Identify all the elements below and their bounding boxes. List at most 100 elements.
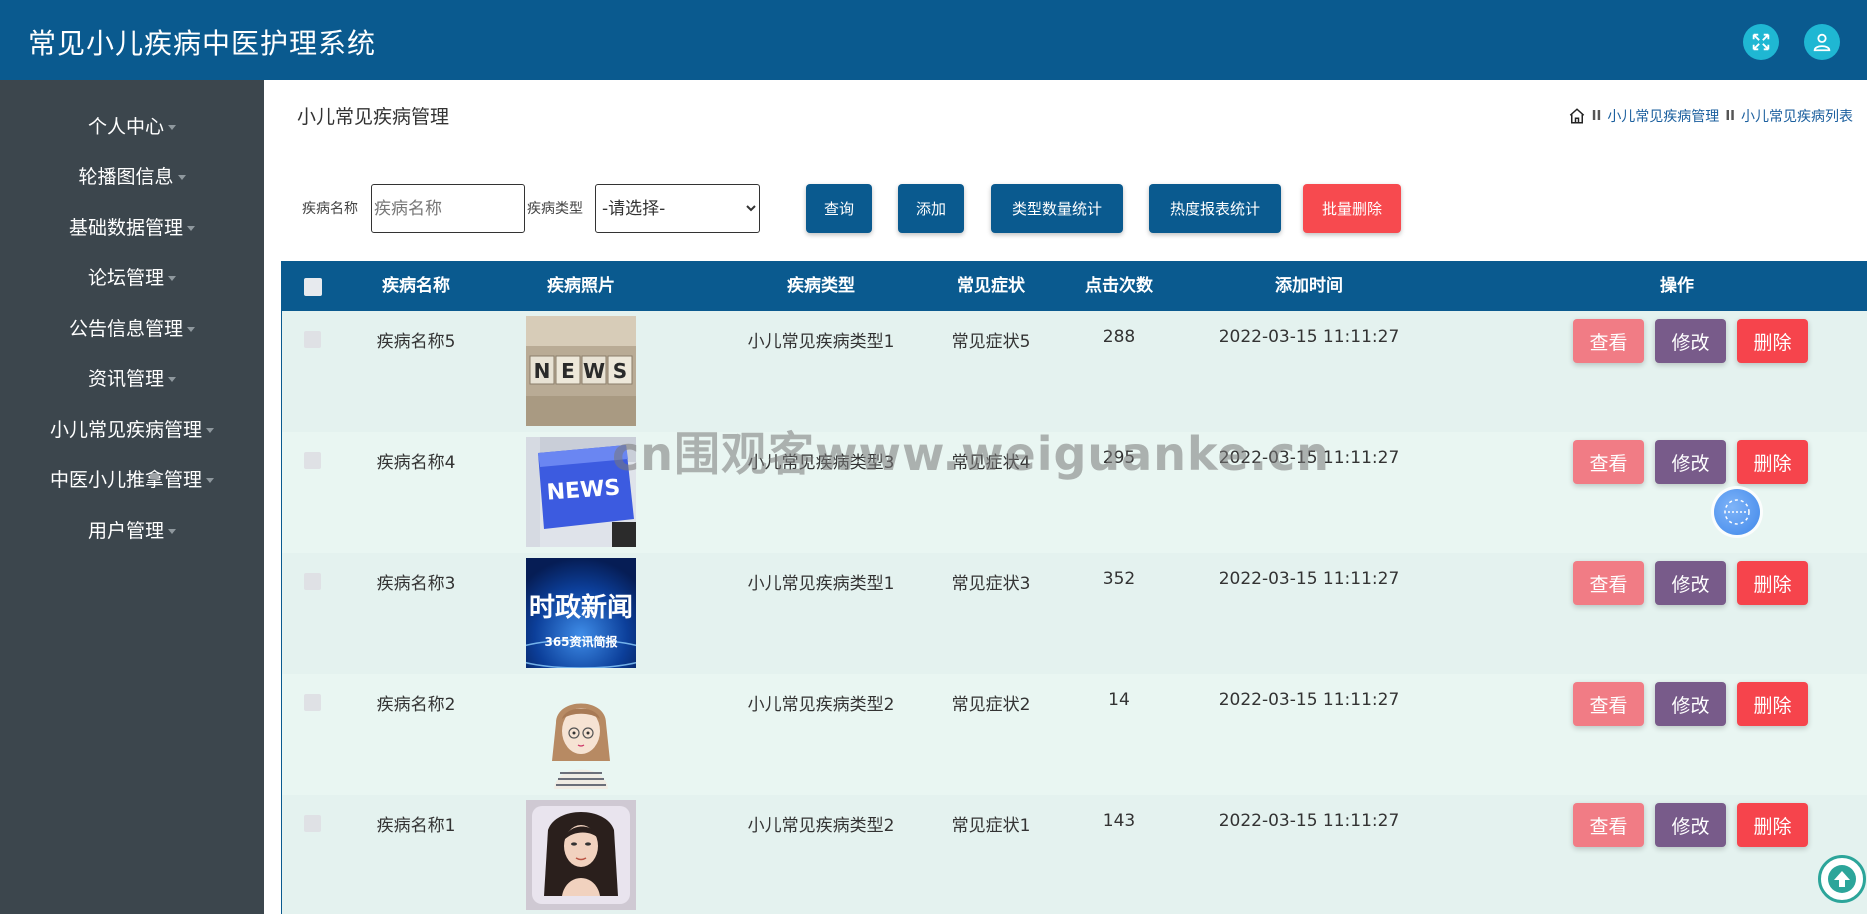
expand-arrows-icon [1752, 33, 1770, 51]
photo-caption: 时政新闻 [529, 592, 633, 623]
news-blocks-photo: N E W S [526, 316, 636, 426]
arrow-up-icon [1828, 865, 1856, 893]
row-checkbox[interactable] [304, 452, 321, 469]
breadcrumb-separator: II [1725, 108, 1735, 124]
disease-table: 疾病名称 疾病照片 疾病类型 常见症状 点击次数 添加时间 操作 疾病名称5 N [281, 261, 1867, 914]
col-header-name: 疾病名称 [382, 276, 450, 296]
dashed-circle-icon [1724, 499, 1750, 525]
svg-text:S: S [613, 359, 627, 383]
sidebar-item-label: 中医小儿推拿管理 [49, 468, 202, 491]
cell-name: 疾病名称1 [376, 816, 456, 836]
edit-button[interactable]: 修改 [1655, 561, 1726, 605]
caret-down-icon [206, 477, 214, 483]
sidebar-item-label: 基础数据管理 [68, 216, 183, 239]
cell-name: 疾病名称5 [376, 332, 456, 352]
breadcrumb: II 小儿常见疾病管理 II 小儿常见疾病列表 [1568, 106, 1853, 126]
cell-time: 2022-03-15 11:11:27 [1218, 569, 1400, 589]
row-checkbox[interactable] [304, 694, 321, 711]
user-icon [1813, 33, 1831, 52]
batch-delete-button[interactable]: 批量删除 [1303, 184, 1401, 233]
delete-button[interactable]: 删除 [1737, 561, 1808, 605]
edit-button[interactable]: 修改 [1655, 319, 1726, 363]
delete-button[interactable]: 删除 [1737, 803, 1808, 847]
row-checkbox[interactable] [304, 573, 321, 590]
svg-text:NEWS: NEWS [546, 475, 621, 505]
svg-text:N: N [534, 359, 551, 383]
select-all-checkbox[interactable] [304, 278, 322, 296]
delete-button[interactable]: 删除 [1737, 440, 1808, 484]
sidebar-item-label: 用户管理 [87, 519, 164, 542]
breadcrumb-separator: II [1591, 108, 1602, 124]
sidebar: 个人中心 轮播图信息 基础数据管理 论坛管理 公告信息管理 资讯管理 小儿常见疾… [0, 80, 264, 914]
edit-button[interactable]: 修改 [1655, 682, 1726, 726]
cell-name: 疾病名称3 [376, 574, 456, 594]
sidebar-item-label: 公告信息管理 [68, 317, 183, 340]
add-button[interactable]: 添加 [898, 184, 964, 233]
view-button[interactable]: 查看 [1573, 319, 1644, 363]
cell-symptom: 常见症状1 [951, 816, 1031, 836]
caret-down-icon [187, 225, 195, 231]
cartoon-girl-photo [526, 679, 636, 789]
edit-button[interactable]: 修改 [1655, 440, 1726, 484]
sidebar-item-personal-center[interactable]: 个人中心 [0, 103, 264, 147]
row-checkbox[interactable] [304, 815, 321, 832]
sidebar-item-label: 资讯管理 [87, 367, 164, 390]
cell-symptom: 常见症状4 [951, 453, 1031, 473]
caret-down-icon [206, 427, 214, 433]
query-button[interactable]: 查询 [806, 184, 872, 233]
user-menu-button[interactable] [1804, 24, 1840, 60]
cell-time: 2022-03-15 11:11:27 [1218, 327, 1400, 347]
floating-assistant-button[interactable] [1714, 489, 1760, 535]
sidebar-item-diseases[interactable]: 小儿常见疾病管理 [0, 406, 264, 450]
svg-text:W: W [583, 359, 605, 383]
sidebar-item-carousel[interactable]: 轮播图信息 [0, 153, 264, 197]
delete-button[interactable]: 删除 [1737, 319, 1808, 363]
row-checkbox[interactable] [304, 331, 321, 348]
view-button[interactable]: 查看 [1573, 561, 1644, 605]
cell-time: 2022-03-15 11:11:27 [1218, 448, 1400, 468]
heat-stats-button[interactable]: 热度报表统计 [1149, 184, 1281, 233]
sidebar-item-users[interactable]: 用户管理 [0, 507, 264, 551]
top-header: 常见小儿疾病中医护理系统 [0, 0, 1867, 80]
portrait-woman-photo [526, 800, 636, 910]
home-icon[interactable] [1568, 107, 1586, 125]
page-title: 小儿常见疾病管理 [297, 106, 450, 128]
breadcrumb-link-diseases[interactable]: 小儿常见疾病管理 [1607, 106, 1719, 126]
delete-button[interactable]: 删除 [1737, 682, 1808, 726]
sidebar-item-label: 小儿常见疾病管理 [49, 418, 202, 441]
table-row: 疾病名称3 时政新闻 365资讯简报 小儿常见疾病类型1 常见症状3 352 2… [282, 553, 1867, 674]
cell-symptom: 常见症状3 [951, 574, 1031, 594]
caret-down-icon [168, 528, 176, 534]
caret-down-icon [187, 326, 195, 332]
type-select[interactable]: -请选择- [595, 184, 760, 233]
table-row: 疾病名称2 小儿常见疾病类型2 常见症状2 14 2022-03-15 11:1… [282, 674, 1867, 795]
type-stats-button[interactable]: 类型数量统计 [991, 184, 1123, 233]
view-button[interactable]: 查看 [1573, 440, 1644, 484]
name-filter-label: 疾病名称 [302, 201, 358, 217]
cell-name: 疾病名称4 [376, 453, 456, 473]
sidebar-item-forum[interactable]: 论坛管理 [0, 254, 264, 298]
sidebar-item-base-data[interactable]: 基础数据管理 [0, 204, 264, 248]
main-content: 小儿常见疾病管理 II 小儿常见疾病管理 II 小儿常见疾病列表 疾病名称 疾病… [264, 80, 1867, 914]
edit-button[interactable]: 修改 [1655, 803, 1726, 847]
cell-time: 2022-03-15 11:11:27 [1218, 690, 1400, 710]
type-filter-label: 疾病类型 [527, 201, 583, 217]
caret-down-icon [177, 174, 186, 180]
sidebar-item-news[interactable]: 资讯管理 [0, 355, 264, 399]
back-to-top-button[interactable] [1818, 855, 1866, 903]
sidebar-item-massage[interactable]: 中医小儿推拿管理 [0, 456, 264, 500]
breadcrumb-link-list[interactable]: 小儿常见疾病列表 [1741, 106, 1853, 126]
sidebar-item-announcements[interactable]: 公告信息管理 [0, 305, 264, 349]
col-header-symptom: 常见症状 [957, 276, 1025, 296]
sidebar-item-label: 轮播图信息 [78, 165, 174, 188]
caret-down-icon [168, 124, 176, 130]
view-button[interactable]: 查看 [1573, 803, 1644, 847]
col-header-time: 添加时间 [1275, 276, 1343, 296]
name-search-input[interactable] [371, 184, 525, 233]
fullscreen-button[interactable] [1743, 24, 1779, 60]
cell-symptom: 常见症状5 [951, 332, 1031, 352]
view-button[interactable]: 查看 [1573, 682, 1644, 726]
caret-down-icon [168, 275, 176, 281]
table-row: 疾病名称4 NEWS 小儿常见疾病类型3 常见症状4 295 2022-03-1… [282, 432, 1867, 553]
politics-news-photo: 时政新闻 365资讯简报 [526, 558, 636, 668]
